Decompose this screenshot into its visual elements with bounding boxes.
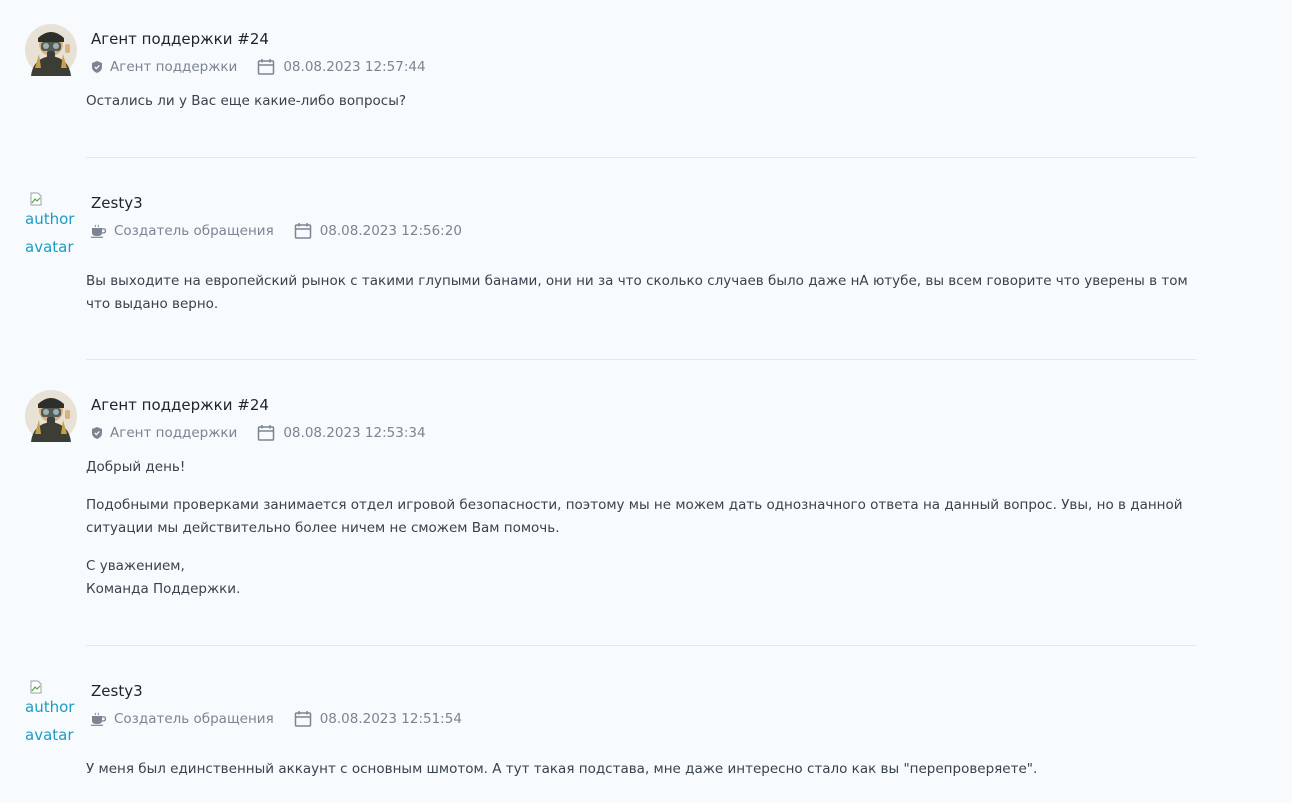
author-role: Создатель обращения xyxy=(114,223,274,239)
author-role: Агент поддержки xyxy=(110,59,238,75)
avatar-alt-text: author avatar xyxy=(25,210,75,256)
broken-image-icon xyxy=(30,191,42,206)
message-body: Добрый день! Подобными проверками занима… xyxy=(86,456,1196,616)
calendar-icon xyxy=(257,58,275,76)
message-meta: Создатель обращения 08.08.2023 12:51:54 xyxy=(90,709,462,729)
message-divider xyxy=(86,157,1196,158)
avatar: author avatar xyxy=(25,191,85,257)
coffee-icon xyxy=(90,224,108,238)
message-datetime: 08.08.2023 12:56:20 xyxy=(319,223,462,239)
message-divider xyxy=(86,359,1196,360)
author-name: Агент поддержки #24 xyxy=(91,396,269,414)
message-datetime: 08.08.2023 12:51:54 xyxy=(319,711,462,727)
author-role: Создатель обращения xyxy=(114,711,274,727)
message-paragraph: Остались ли у Вас еще какие-либо вопросы… xyxy=(86,93,407,109)
avatar: author avatar xyxy=(25,679,85,745)
avatar xyxy=(25,24,77,76)
avatar-alt-text: author avatar xyxy=(25,698,75,744)
message-divider xyxy=(86,645,1196,646)
message-paragraph: Вы выходите на европейский рынок с таким… xyxy=(86,273,1188,312)
author-name: Zesty3 xyxy=(91,682,143,700)
message-paragraph: У меня был единственный аккаунт с основн… xyxy=(86,761,1038,777)
avatar xyxy=(25,390,77,442)
message-datetime: 08.08.2023 12:53:34 xyxy=(283,425,426,441)
broken-image-icon xyxy=(30,679,42,694)
message-paragraph: С уважением, Команда Поддержки. xyxy=(86,558,241,597)
message-meta: Агент поддержки 08.08.2023 12:57:44 xyxy=(90,57,426,77)
message-meta: Создатель обращения 08.08.2023 12:56:20 xyxy=(90,221,462,241)
message-datetime: 08.08.2023 12:57:44 xyxy=(283,59,426,75)
agent-avatar-image xyxy=(25,390,77,442)
shield-icon xyxy=(90,426,104,440)
calendar-icon xyxy=(257,424,275,442)
author-name: Агент поддержки #24 xyxy=(91,30,269,48)
calendar-icon xyxy=(294,710,312,728)
message-body: Вы выходите на европейский рынок с таким… xyxy=(86,270,1196,331)
message-meta: Агент поддержки 08.08.2023 12:53:34 xyxy=(90,423,426,443)
ticket-thread: Агент поддержки #24 Агент поддержки 08.0… xyxy=(0,0,1292,803)
message-paragraph: Подобными проверками занимается отдел иг… xyxy=(86,497,1183,536)
author-role: Агент поддержки xyxy=(110,425,238,441)
message-body: У меня был единственный аккаунт с основн… xyxy=(86,758,1196,796)
agent-avatar-image xyxy=(25,24,77,76)
calendar-icon xyxy=(294,222,312,240)
message-paragraph: Добрый день! xyxy=(86,459,186,475)
shield-icon xyxy=(90,60,104,74)
coffee-icon xyxy=(90,712,108,726)
author-name: Zesty3 xyxy=(91,194,143,212)
message-body: Остались ли у Вас еще какие-либо вопросы… xyxy=(86,90,1196,128)
